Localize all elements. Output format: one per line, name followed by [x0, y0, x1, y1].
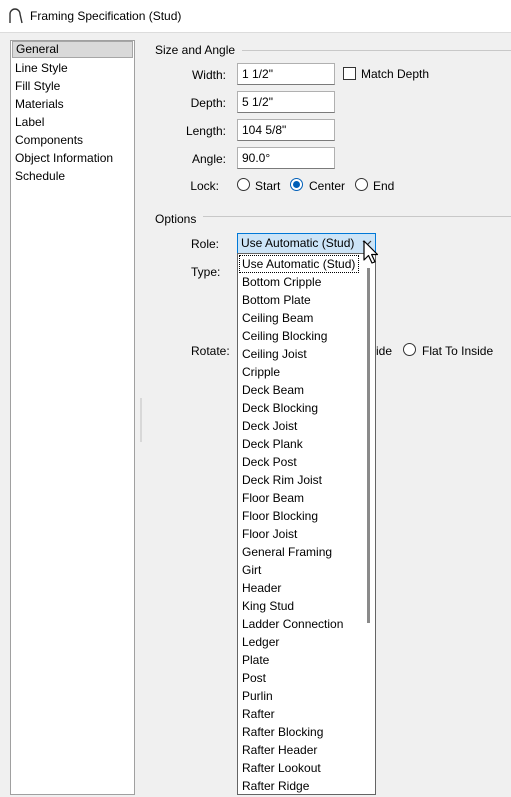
flat-to-inside-label: Flat To Inside — [422, 344, 494, 358]
role-option[interactable]: Ceiling Joist — [239, 345, 359, 363]
lock-end-radio[interactable] — [355, 178, 368, 191]
role-option[interactable]: Deck Plank — [239, 435, 359, 453]
lock-start-radio[interactable] — [237, 178, 250, 191]
role-combobox[interactable]: Use Automatic (Stud) — [237, 233, 376, 254]
role-option[interactable]: Girt — [239, 561, 359, 579]
role-option[interactable]: Deck Beam — [239, 381, 359, 399]
role-option[interactable]: Use Automatic (Stud) — [239, 255, 359, 273]
role-option[interactable]: Rafter Lookout — [239, 759, 359, 777]
role-option[interactable]: Floor Beam — [239, 489, 359, 507]
role-combobox-value: Use Automatic (Stud) — [241, 236, 355, 250]
size-and-angle-group-label: Size and Angle — [155, 43, 236, 57]
role-option[interactable]: Rafter Ridge — [239, 777, 359, 794]
role-option[interactable]: Rafter — [239, 705, 359, 723]
lock-start-label: Start — [255, 179, 281, 193]
role-option[interactable]: Deck Rim Joist — [239, 471, 359, 489]
role-option[interactable]: Cripple — [239, 363, 359, 381]
role-option[interactable]: Floor Blocking — [239, 507, 359, 525]
lock-center-radio[interactable] — [290, 178, 303, 191]
angle-input[interactable] — [237, 147, 335, 169]
role-dropdown-list[interactable]: Use Automatic (Stud) Bottom Cripple Bott… — [237, 253, 376, 795]
rotate-label: Rotate: — [191, 344, 230, 358]
match-depth-checkbox[interactable] — [343, 67, 356, 80]
width-input[interactable] — [237, 63, 335, 85]
mouse-pointer-icon — [363, 240, 379, 264]
app-arc-icon — [9, 8, 23, 24]
title-bar: Framing Specification (Stud) — [0, 0, 511, 33]
role-option[interactable]: Bottom Cripple — [239, 273, 359, 291]
width-label: Width: — [191, 68, 226, 82]
role-option[interactable]: Bottom Plate — [239, 291, 359, 309]
lock-end-label: End — [373, 179, 395, 193]
role-option[interactable]: Rafter Header — [239, 741, 359, 759]
lock-center-label: Center — [309, 179, 346, 193]
role-option[interactable]: Purlin — [239, 687, 359, 705]
length-label: Length: — [185, 124, 226, 138]
options-group-label: Options — [155, 212, 197, 226]
role-option[interactable]: Floor Joist — [239, 525, 359, 543]
sidebar-item-general[interactable]: General — [12, 41, 133, 58]
sidebar-item-object-information[interactable]: Object Information — [12, 150, 133, 167]
role-option[interactable]: Deck Post — [239, 453, 359, 471]
role-option[interactable]: Ceiling Blocking — [239, 327, 359, 345]
options-divider — [203, 216, 511, 217]
category-list[interactable]: General Line Style Fill Style Materials … — [10, 40, 135, 795]
role-option[interactable]: Post — [239, 669, 359, 687]
sidebar-item-label[interactable]: Label — [12, 114, 133, 131]
role-option[interactable]: Ceiling Beam — [239, 309, 359, 327]
depth-label: Depth: — [190, 96, 226, 110]
depth-input[interactable] — [237, 91, 335, 113]
match-depth-label: Match Depth — [361, 67, 430, 81]
window-title: Framing Specification (Stud) — [30, 9, 182, 23]
role-option[interactable]: Header — [239, 579, 359, 597]
flat-to-inside-radio[interactable] — [403, 343, 416, 356]
dropdown-scrollbar[interactable] — [367, 268, 370, 623]
role-label: Role: — [191, 237, 220, 251]
sidebar-item-fill-style[interactable]: Fill Style — [12, 78, 133, 95]
lock-label: Lock: — [190, 179, 219, 193]
sidebar-item-components[interactable]: Components — [12, 132, 133, 149]
role-option[interactable]: General Framing — [239, 543, 359, 561]
role-option[interactable]: Plate — [239, 651, 359, 669]
role-option[interactable]: Rafter Blocking — [239, 723, 359, 741]
role-option[interactable]: Deck Joist — [239, 417, 359, 435]
length-input[interactable] — [237, 119, 335, 141]
sidebar-item-schedule[interactable]: Schedule — [12, 168, 133, 185]
angle-label: Angle: — [191, 152, 226, 166]
role-option[interactable]: Ledger — [239, 633, 359, 651]
role-option[interactable]: Deck Blocking — [239, 399, 359, 417]
splitter-grip-icon[interactable] — [140, 398, 142, 442]
size-and-angle-divider — [242, 50, 511, 51]
role-option[interactable]: King Stud — [239, 597, 359, 615]
sidebar-item-materials[interactable]: Materials — [12, 96, 133, 113]
type-label: Type: — [191, 265, 221, 279]
rotate-partial-option-label: ide — [376, 344, 393, 358]
sidebar-item-line-style[interactable]: Line Style — [12, 60, 133, 77]
role-option[interactable]: Ladder Connection — [239, 615, 359, 633]
